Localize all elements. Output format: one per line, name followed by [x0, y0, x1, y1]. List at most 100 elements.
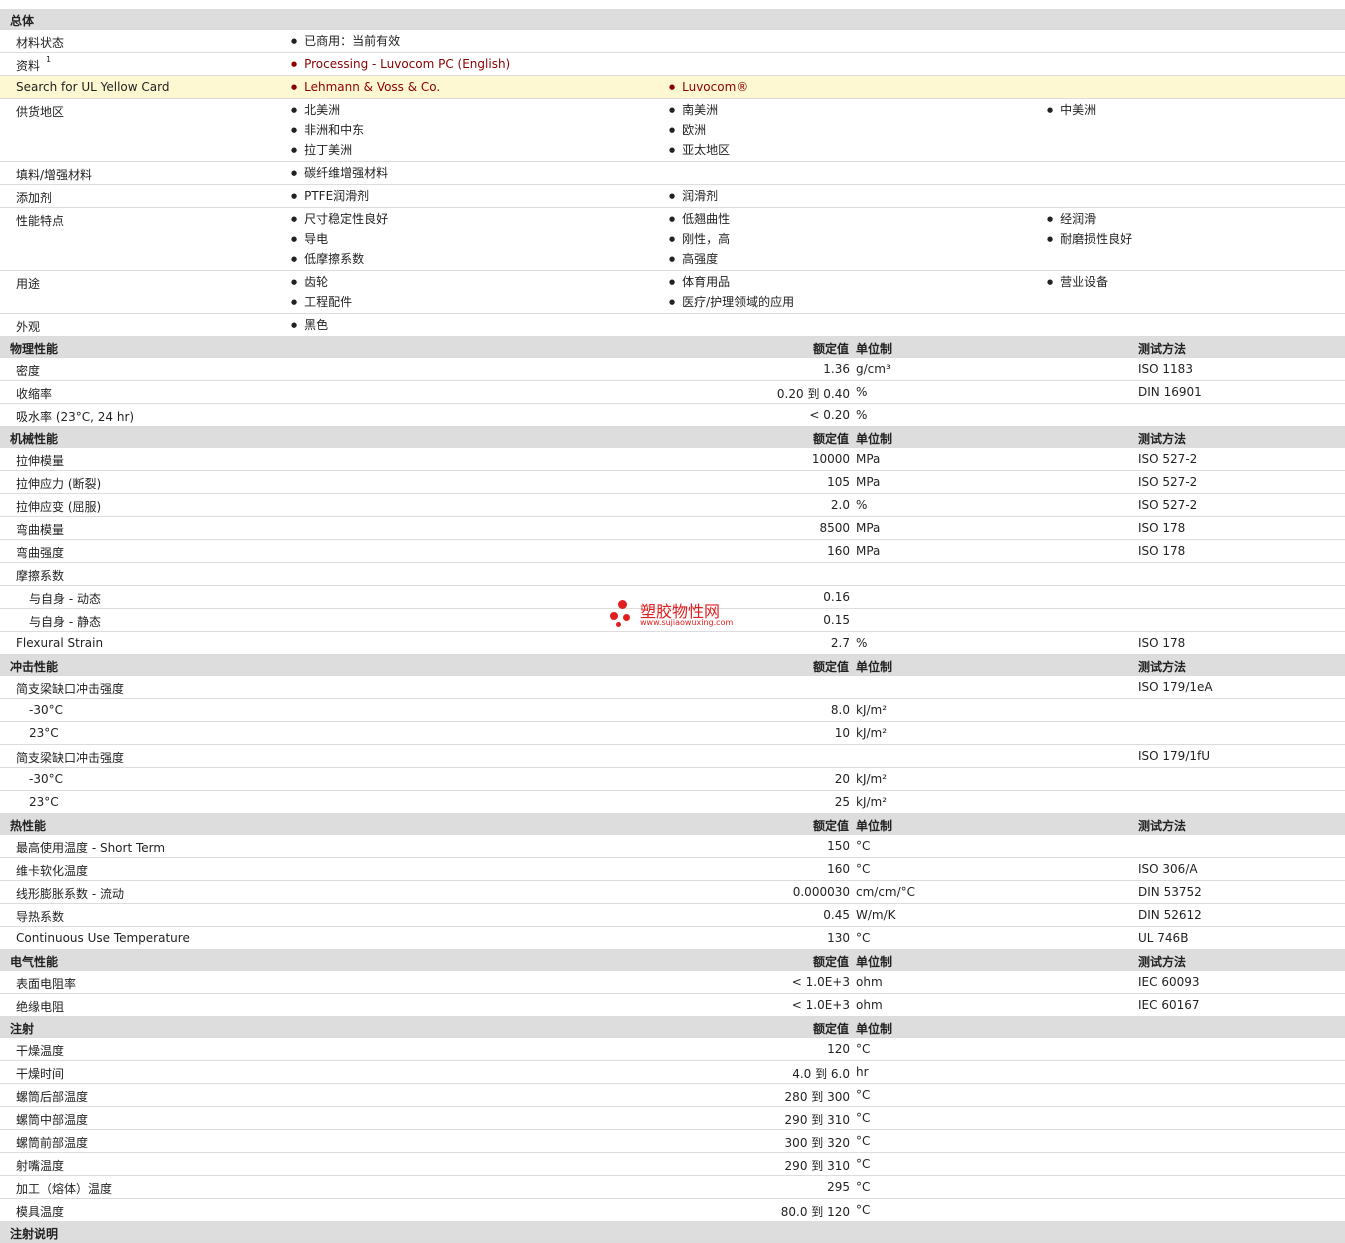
property-row: -30°C 20 kJ/m² — [0, 768, 1345, 791]
general-row-label: 资料 — [16, 59, 41, 73]
general-value-column: PTFE润滑剂 — [291, 189, 369, 209]
property-row: 螺筒中部温度 290 到 310 °C — [0, 1107, 1345, 1130]
bullet-item: 亚太地区 — [669, 143, 730, 163]
link-item[interactable]: Lehmann & Voss & Co. — [291, 80, 440, 100]
property-value: 160 — [827, 544, 850, 558]
property-unit: MPa — [856, 521, 881, 535]
general-value-column: 已商用：当前有效 — [291, 34, 400, 54]
property-value: 1.36 — [823, 362, 850, 376]
test-method: ISO 178 — [1138, 636, 1186, 650]
general-value-column: Luvocom® — [669, 80, 748, 100]
property-unit: kJ/m² — [856, 703, 888, 717]
bullet-item: 尺寸稳定性良好 — [291, 212, 388, 232]
property-label: -30°C — [29, 703, 63, 717]
property-row: 射嘴温度 290 到 310 °C — [0, 1153, 1345, 1176]
property-label: 吸水率 (23°C, 24 hr) — [16, 410, 135, 424]
general-row-label: 性能特点 — [16, 214, 65, 228]
bullet-item: 欧洲 — [669, 123, 730, 143]
property-row: Flexural Strain 2.7% ISO 178 — [0, 632, 1345, 655]
general-row: 性能特点 尺寸稳定性良好导电低摩擦系数 低翘曲性刚性，高高强度 经润滑耐磨损性良好 — [0, 208, 1345, 271]
section-header: 冲击性能 额定值 单位制 测试方法 — [0, 655, 1345, 676]
property-label: 拉伸应变 (屈服) — [16, 500, 102, 514]
property-unit: g/cm³ — [856, 362, 891, 376]
method-column-header: 测试方法 — [1138, 342, 1187, 356]
property-label: 表面电阻率 — [16, 977, 77, 991]
general-value-column: 北美洲非洲和中东拉丁美洲 — [291, 103, 364, 163]
bullet-item: 北美洲 — [291, 103, 364, 123]
general-value-column: Lehmann & Voss & Co. — [291, 80, 440, 100]
general-value-column: 中美洲 — [1047, 103, 1096, 123]
property-unit: °C — [856, 839, 871, 853]
general-value-column: 体育用品医疗/护理领域的应用 — [669, 275, 794, 315]
section-header: 注射说明 — [0, 1222, 1345, 1243]
test-method: ISO 178 — [1138, 521, 1186, 535]
property-unit: °C — [856, 1042, 871, 1056]
property-label: 收缩率 — [16, 387, 53, 401]
value-column-header: 额定值 — [812, 1022, 849, 1036]
property-unit: MPa — [856, 452, 881, 466]
section-header: 热性能 额定值 单位制 测试方法 — [0, 814, 1345, 835]
bullet-item: 导电 — [291, 232, 388, 252]
property-value: 105 — [827, 475, 850, 489]
property-row: 密度 1.36 g/cm³ ISO 1183 — [0, 358, 1345, 381]
bullet-item: 工程配件 — [291, 295, 352, 315]
property-row: 收缩率 0.20 到 0.40% DIN 16901 — [0, 381, 1345, 404]
property-value: 300 到 320 — [784, 1136, 850, 1150]
property-label: 螺筒中部温度 — [16, 1113, 89, 1127]
property-row: 最高使用温度 - Short Term 150 °C — [0, 835, 1345, 858]
general-value-column: Processing - Luvocom PC (English) — [291, 57, 510, 77]
section-header: 物理性能 额定值 单位制 测试方法 — [0, 337, 1345, 358]
general-value-column: 碳纤维增强材料 — [291, 166, 388, 186]
property-unit: % — [856, 385, 868, 399]
general-value-column: 低翘曲性刚性，高高强度 — [669, 212, 730, 272]
link-item[interactable]: Luvocom® — [669, 80, 748, 100]
property-value: 0.000030 — [792, 885, 850, 899]
property-value: 0.45 — [823, 908, 850, 922]
general-value-column: 南美洲欧洲亚太地区 — [669, 103, 730, 163]
bullet-item: 营业设备 — [1047, 275, 1108, 295]
value-column-header: 额定值 — [812, 955, 849, 969]
general-row-label: 填料/增强材料 — [16, 168, 93, 182]
property-label: 弯曲强度 — [16, 546, 65, 560]
property-unit: °C — [856, 862, 871, 876]
property-value: 20 — [834, 772, 850, 786]
property-row: 拉伸应变 (屈服) 2.0% ISO 527-2 — [0, 494, 1345, 517]
bullet-item: 高强度 — [669, 252, 730, 272]
property-unit: °C — [856, 1157, 871, 1171]
property-value: 2.0 — [830, 498, 850, 512]
general-row: 用途 齿轮工程配件 体育用品医疗/护理领域的应用 营业设备 — [0, 271, 1345, 314]
property-unit: % — [856, 408, 868, 422]
test-method: DIN 53752 — [1138, 885, 1202, 899]
bullet-item: 体育用品 — [669, 275, 794, 295]
general-row: 添加剂 PTFE润滑剂 润滑剂 — [0, 185, 1345, 208]
bullet-item: 黑色 — [291, 318, 328, 338]
footnote-marker[interactable]: 1 — [46, 55, 51, 64]
link-item[interactable]: Processing - Luvocom PC (English) — [291, 57, 510, 77]
general-row: Search for UL Yellow Card Lehmann & Voss … — [0, 76, 1345, 99]
bullet-item: 齿轮 — [291, 275, 352, 295]
section-header-general: 总体 — [0, 9, 1345, 30]
property-unit: MPa — [856, 544, 881, 558]
test-method: ISO 179/1fU — [1138, 749, 1211, 763]
general-value-column: 黑色 — [291, 318, 328, 338]
logo-dot-icon — [623, 614, 630, 621]
general-row-label: 外观 — [16, 320, 41, 334]
test-method: ISO 179/1eA — [1138, 680, 1213, 694]
section-title: 物理性能 — [10, 342, 59, 356]
bullet-item: 碳纤维增强材料 — [291, 166, 388, 186]
property-label: 干燥温度 — [16, 1044, 65, 1058]
property-value: 130 — [827, 931, 850, 945]
property-row: 干燥时间 4.0 到 6.0 hr — [0, 1061, 1345, 1084]
method-column-header: 测试方法 — [1138, 432, 1187, 446]
property-label: 密度 — [16, 364, 41, 378]
test-method: ISO 527-2 — [1138, 452, 1198, 466]
property-label: 导热系数 — [16, 910, 65, 924]
property-label: 最高使用温度 - Short Term — [16, 841, 166, 855]
property-value: 8.0 — [830, 703, 850, 717]
property-value: 150 — [827, 839, 850, 853]
value-column-header: 额定值 — [812, 660, 849, 674]
property-value: 0.16 — [823, 590, 850, 604]
property-row: 模具温度 80.0 到 120 °C — [0, 1199, 1345, 1222]
property-value: 0.20 到 0.40 — [776, 387, 850, 401]
logo-dot-icon — [618, 600, 627, 609]
